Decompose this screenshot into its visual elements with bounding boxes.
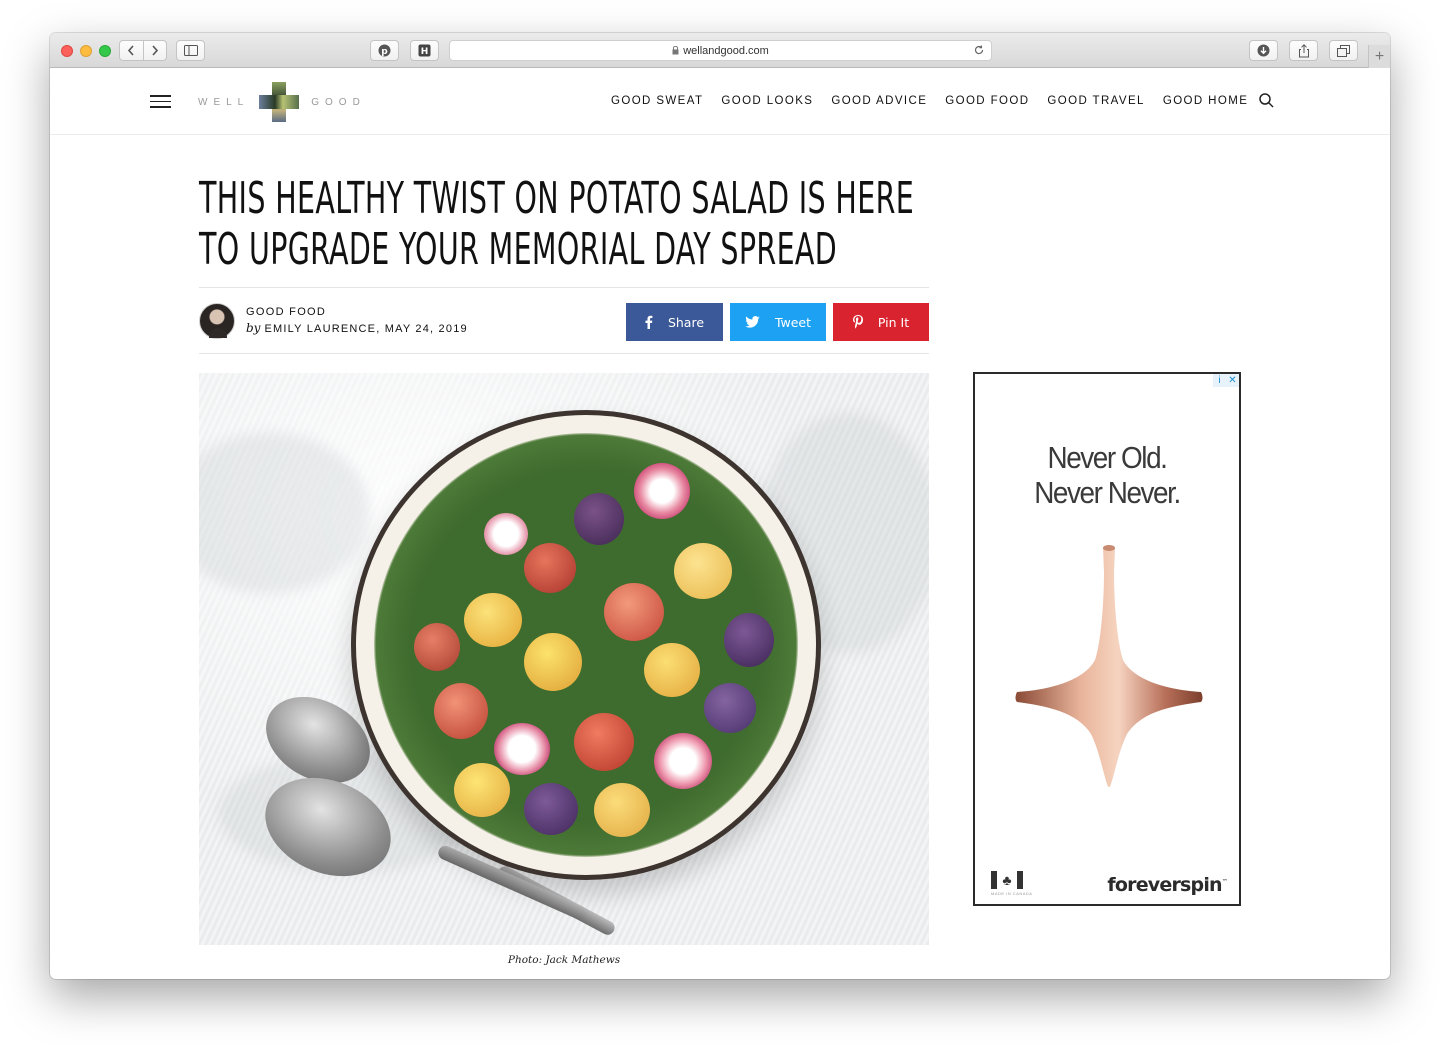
- h-extension-button[interactable]: H: [410, 40, 439, 61]
- twitter-share-label: Tweet: [774, 314, 812, 330]
- reload-icon[interactable]: [973, 44, 985, 56]
- pinterest-extension-button[interactable]: p: [370, 40, 399, 61]
- logo-cross-icon: [259, 82, 300, 122]
- browser-toolbar: p H wellandgood.com +: [50, 33, 1390, 68]
- tab-overview-button[interactable]: [1329, 40, 1358, 61]
- pinterest-share-button[interactable]: Pin It: [833, 303, 929, 341]
- close-window-button[interactable]: [61, 45, 73, 57]
- zoom-window-button[interactable]: [99, 45, 111, 57]
- headline-line-2: TO UPGRADE YOUR MEMORIAL DAY SPREAD: [199, 224, 838, 275]
- chevron-right-icon: [152, 45, 158, 56]
- pinterest-icon: p: [378, 44, 391, 57]
- article-headline: THIS HEALTHY TWIST ON POTATO SALAD IS HE…: [199, 173, 915, 275]
- browser-window: p H wellandgood.com + WELL GOOD GOOD SWE…: [50, 33, 1390, 979]
- facebook-icon: [645, 315, 653, 329]
- share-icon: [1298, 43, 1309, 57]
- adchoices[interactable]: i ✕: [1213, 374, 1239, 387]
- by-prefix: by: [246, 321, 261, 335]
- nav-good-food[interactable]: GOOD FOOD: [945, 95, 1029, 107]
- salad-bowl: [351, 410, 821, 880]
- twitter-icon: [745, 316, 760, 328]
- ad-tagline-line-1: Never Old.: [1047, 440, 1168, 475]
- ad-brand[interactable]: foreverspin™: [1107, 874, 1227, 896]
- sidebar-icon: [183, 45, 198, 56]
- search-button[interactable]: [1259, 93, 1274, 113]
- ad-trademark: ™: [1221, 878, 1228, 886]
- headline-line-1: THIS HEALTHY TWIST ON POTATO SALAD IS HE…: [199, 173, 915, 224]
- twitter-share-button[interactable]: Tweet: [730, 303, 826, 341]
- minimize-window-button[interactable]: [80, 45, 92, 57]
- made-in-canada-text: MADE IN CANADA: [991, 891, 1033, 896]
- maple-leaf-icon: ♣: [1002, 872, 1012, 888]
- made-in-canada-badge: ♣ MADE IN CANADA: [991, 871, 1041, 896]
- author-date: by EMILY LAURENCE, MAY 24, 2019: [246, 321, 468, 335]
- h-extension-icon: H: [418, 44, 431, 57]
- adchoices-info-icon[interactable]: i: [1213, 374, 1226, 387]
- svg-text:H: H: [421, 47, 429, 57]
- sidebar-ad[interactable]: i ✕ Never Old. Never Never. ♣ MADE IN CA…: [973, 372, 1241, 906]
- lock-icon: [672, 46, 679, 55]
- nav-good-advice[interactable]: GOOD ADVICE: [831, 95, 927, 107]
- svg-text:p: p: [381, 47, 388, 57]
- article-category[interactable]: GOOD FOOD: [246, 306, 326, 318]
- pinterest-icon: [852, 315, 863, 329]
- back-button[interactable]: [120, 41, 143, 60]
- site-header: WELL GOOD GOOD SWEAT GOOD LOOKS GOOD ADV…: [50, 68, 1390, 135]
- share-sheet-button[interactable]: [1289, 40, 1318, 61]
- logo-word-left: WELL: [198, 96, 250, 108]
- menu-icon[interactable]: [150, 95, 171, 108]
- chevron-left-icon: [128, 45, 134, 56]
- new-tab-button[interactable]: +: [1368, 45, 1390, 68]
- address-bar[interactable]: wellandgood.com: [449, 40, 992, 61]
- downloads-button[interactable]: [1249, 40, 1278, 61]
- nav-good-sweat[interactable]: GOOD SWEAT: [611, 95, 703, 107]
- ad-tagline-line-2: Never Never.: [1034, 475, 1181, 510]
- facebook-share-button[interactable]: Share: [626, 303, 723, 341]
- site-logo[interactable]: WELL GOOD: [198, 82, 366, 122]
- author-avatar[interactable]: [199, 303, 235, 339]
- hero-image[interactable]: [199, 373, 929, 945]
- divider: [199, 287, 929, 288]
- spinning-top-image: [1015, 545, 1203, 787]
- ad-close-icon[interactable]: ✕: [1226, 374, 1239, 387]
- forward-button[interactable]: [142, 41, 167, 60]
- nav-good-home[interactable]: GOOD HOME: [1163, 95, 1248, 107]
- tabs-icon: [1337, 44, 1350, 57]
- author-name-date[interactable]: EMILY LAURENCE, MAY 24, 2019: [264, 323, 467, 335]
- nav-good-looks[interactable]: GOOD LOOKS: [721, 95, 813, 107]
- ad-brand-name: foreverspin: [1107, 874, 1222, 896]
- search-icon: [1259, 93, 1274, 108]
- divider: [199, 353, 929, 354]
- main-nav: GOOD SWEAT GOOD LOOKS GOOD ADVICE GOOD F…: [611, 95, 1248, 107]
- sidebar-toggle-button[interactable]: [176, 40, 205, 61]
- url-text: wellandgood.com: [683, 44, 769, 57]
- history-nav: [119, 40, 167, 61]
- logo-word-right: GOOD: [311, 96, 366, 108]
- pinterest-share-label: Pin It: [877, 314, 910, 330]
- download-icon: [1257, 44, 1270, 57]
- photo-caption: Photo: Jack Mathews: [507, 954, 621, 966]
- facebook-share-label: Share: [667, 314, 705, 330]
- nav-good-travel[interactable]: GOOD TRAVEL: [1047, 95, 1144, 107]
